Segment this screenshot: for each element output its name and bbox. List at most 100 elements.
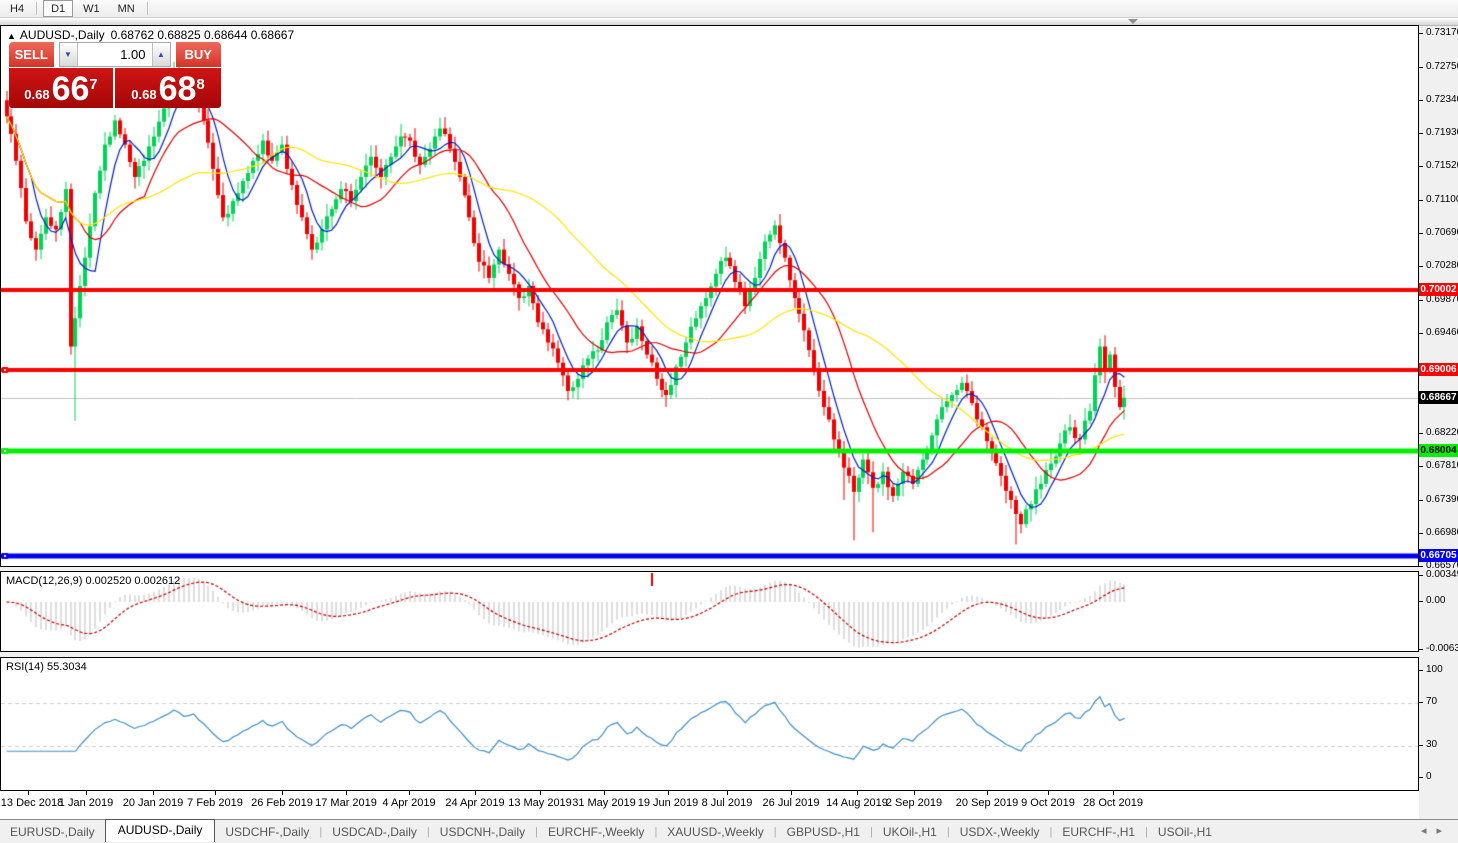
date-label: 31 May 2019 <box>572 797 636 809</box>
tab-scroll-arrows: ◂▸ <box>1421 824 1452 837</box>
toolbar-separator <box>147 2 148 15</box>
date-axis[interactable]: 13 Dec 20181 Jan 201920 Jan 20197 Feb 20… <box>0 791 1419 819</box>
sell-price-display[interactable]: 0.68 66 7 <box>9 68 113 108</box>
tab-scroll-right-icon[interactable]: ▸ <box>1436 825 1452 837</box>
date-label: 20 Jan 2019 <box>123 797 184 809</box>
date-label: 20 Sep 2019 <box>956 797 1018 809</box>
price-tick-label: 0.72340 <box>1426 94 1458 105</box>
chart-tab-audusd-daily[interactable]: AUDUSD-,Daily <box>105 819 216 842</box>
macd-indicator-label: MACD(12,26,9) 0.002520 0.002612 <box>6 575 180 587</box>
sell-price-big: 66 <box>52 70 90 108</box>
chart-header: ▲ AUDUSD-,Daily 0.68762 0.68825 0.68644 0.… <box>7 28 294 42</box>
period-button-mn[interactable]: MN <box>110 0 143 17</box>
rsi-indicator-label: RSI(14) 55.3034 <box>6 661 87 673</box>
date-label: 9 Oct 2019 <box>1021 797 1075 809</box>
buy-price-pip: 8 <box>196 76 204 93</box>
tab-scroll-left-icon[interactable]: ◂ <box>1421 825 1437 837</box>
axis-tick <box>1419 100 1423 101</box>
date-label: 1 Jan 2019 <box>59 797 113 809</box>
macd-canvas[interactable] <box>1 572 1418 651</box>
price-tick-label: 0.73170 <box>1426 27 1458 38</box>
macd-indicator-pane[interactable]: MACD(12,26,9) 0.002520 0.002612 <box>0 571 1419 652</box>
date-tick <box>475 791 476 795</box>
date-tick <box>215 791 216 795</box>
date-tick <box>282 791 283 795</box>
date-tick <box>987 791 988 795</box>
chart-tab-eurusd-daily[interactable]: EURUSD-,Daily <box>0 822 105 842</box>
axis-tick <box>1419 67 1423 68</box>
period-button-d1[interactable]: D1 <box>43 0 73 17</box>
volume-increase-icon[interactable]: ▲ <box>152 43 170 66</box>
axis-tick <box>1419 266 1423 267</box>
date-tick <box>914 791 915 795</box>
chart-tab-usdcad-daily[interactable]: USDCAD-,Daily <box>322 822 427 842</box>
chart-tab-gbpusd-h1[interactable]: GBPUSD-,H1 <box>777 822 870 842</box>
date-tick <box>857 791 858 795</box>
price-tick-label: 0.71930 <box>1426 127 1458 138</box>
rsi-canvas[interactable] <box>1 658 1418 790</box>
buy-price-display[interactable]: 0.68 68 8 <box>115 68 221 108</box>
price-tick-label: 0.72750 <box>1426 61 1458 72</box>
main-chart-pane[interactable]: ▲ AUDUSD-,Daily 0.68762 0.68825 0.68644 0.… <box>0 25 1419 567</box>
chart-ohlc-readout: 0.68762 0.68825 0.68644 0.68667 <box>111 28 295 42</box>
date-label: 26 Jul 2019 <box>763 797 820 809</box>
collapse-panel-icon[interactable]: ▲ <box>7 31 16 41</box>
axis-tick <box>1419 300 1423 301</box>
chart-tab-usdcnh-daily[interactable]: USDCNH-,Daily <box>430 822 535 842</box>
price-tick-label: 0.66980 <box>1426 527 1458 538</box>
axis-tick <box>1419 566 1423 567</box>
chart-symbol-label: AUDUSD-,Daily <box>20 28 105 42</box>
chart-tab-eurchf-weekly[interactable]: EURCHF-,Weekly <box>538 822 654 842</box>
price-tick-label: 0.69460 <box>1426 327 1458 338</box>
period-button-h4[interactable]: H4 <box>2 0 32 17</box>
axis-tick <box>1419 200 1423 201</box>
date-tick <box>409 791 410 795</box>
price-line-tag: 0.68004 <box>1419 444 1458 457</box>
axis-tick <box>1419 575 1423 576</box>
macd-tick-label: 0.00 <box>1426 595 1445 606</box>
macd-tick-label: -0.00637 <box>1426 643 1458 654</box>
volume-input[interactable]: 1.00 <box>78 43 152 66</box>
buy-button[interactable]: BUY <box>176 42 221 67</box>
macd-tick-label: 0.00349 <box>1426 569 1458 580</box>
price-line-tag: 0.69006 <box>1419 363 1458 376</box>
axis-tick <box>1419 745 1423 746</box>
price-tick-label: 0.68220 <box>1426 427 1458 438</box>
chart-tab-usdx-weekly[interactable]: USDX-,Weekly <box>950 822 1050 842</box>
axis-tick <box>1419 500 1423 501</box>
volume-decrease-icon[interactable]: ▼ <box>60 43 78 66</box>
date-tick <box>153 791 154 795</box>
axis-tick <box>1419 466 1423 467</box>
axis-tick <box>1419 166 1423 167</box>
axis-tick <box>1419 670 1423 671</box>
axis-tick <box>1419 601 1423 602</box>
chart-tab-usoil-h1[interactable]: USOil-,H1 <box>1148 822 1222 842</box>
rsi-tick-label: 30 <box>1426 739 1437 750</box>
date-tick <box>727 791 728 795</box>
date-label: 4 Apr 2019 <box>382 797 435 809</box>
date-label: 7 Feb 2019 <box>187 797 243 809</box>
date-tick <box>604 791 605 795</box>
axis-tick <box>1419 649 1423 650</box>
axis-tick <box>1419 533 1423 534</box>
date-label: 26 Feb 2019 <box>251 797 313 809</box>
scroll-position-marker-icon[interactable] <box>1128 19 1138 24</box>
sell-price-prefix: 0.68 <box>24 87 49 102</box>
date-tick <box>1113 791 1114 795</box>
date-label: 19 Jun 2019 <box>638 797 699 809</box>
rsi-indicator-pane[interactable]: RSI(14) 55.3034 <box>0 657 1419 791</box>
chart-tab-ukoil-h1[interactable]: UKOil-,H1 <box>873 822 947 842</box>
date-tick <box>791 791 792 795</box>
sell-button[interactable]: SELL <box>9 42 54 67</box>
date-tick <box>346 791 347 795</box>
chart-tab-xauusd-weekly[interactable]: XAUUSD-,Weekly <box>657 822 773 842</box>
chart-tab-eurchf-h1[interactable]: EURCHF-,H1 <box>1052 822 1145 842</box>
axis-tick <box>1419 133 1423 134</box>
axis-tick <box>1419 33 1423 34</box>
axis-tick <box>1419 702 1423 703</box>
date-label: 14 Aug 2019 <box>826 797 888 809</box>
period-button-w1[interactable]: W1 <box>75 0 108 17</box>
date-tick <box>86 791 87 795</box>
date-label: 17 Mar 2019 <box>315 797 377 809</box>
chart-tab-usdchf-daily[interactable]: USDCHF-,Daily <box>215 822 319 842</box>
